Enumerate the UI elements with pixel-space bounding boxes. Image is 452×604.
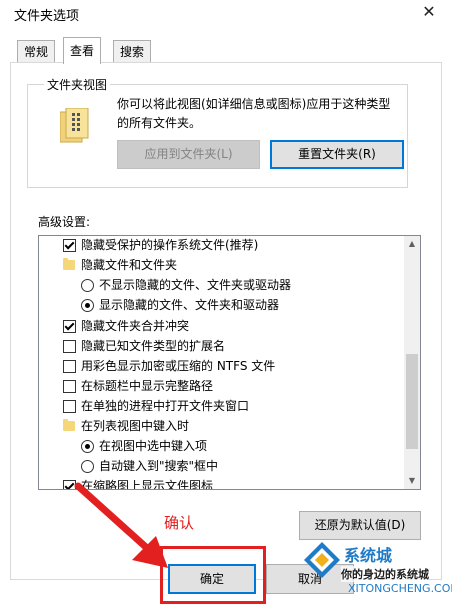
checkbox[interactable] bbox=[63, 380, 76, 393]
checkbox[interactable] bbox=[63, 400, 76, 413]
vertical-scrollbar[interactable]: ▲ ▼ bbox=[404, 236, 420, 489]
scroll-up-icon[interactable]: ▲ bbox=[404, 236, 420, 252]
checkbox[interactable] bbox=[63, 239, 76, 252]
close-icon: ✕ bbox=[422, 2, 436, 21]
watermark-domain: XITONGCHENG.COM bbox=[348, 582, 452, 595]
restore-defaults-button[interactable]: 还原为默认值(D) bbox=[299, 511, 421, 540]
apply-to-folders-button[interactable]: 应用到文件夹(L) bbox=[117, 140, 260, 169]
watermark-logo-icon bbox=[304, 542, 340, 578]
tab-search[interactable]: 搜索 bbox=[113, 40, 152, 63]
folder-views-description: 你可以将此视图(如详细信息或图标)应用于这种类型的所有文件夹。 bbox=[117, 97, 391, 130]
radio-button[interactable] bbox=[81, 279, 94, 292]
folder-icon bbox=[63, 419, 75, 431]
checkbox[interactable] bbox=[63, 340, 76, 353]
radio-button[interactable] bbox=[81, 299, 94, 312]
radio-button[interactable] bbox=[81, 460, 94, 473]
close-button[interactable]: ✕ bbox=[418, 2, 440, 24]
advanced-settings-list[interactable]: 隐藏受保护的操作系统文件(推荐) 隐藏文件和文件夹 不显示隐藏的文件、文件夹或驱… bbox=[38, 235, 421, 490]
radio-button[interactable] bbox=[81, 440, 94, 453]
dialog-title: 文件夹选项 bbox=[14, 9, 80, 24]
folder-grid-icon bbox=[60, 108, 89, 143]
folder-views-label: 文件夹视图 bbox=[44, 76, 111, 93]
scroll-down-icon[interactable]: ▼ bbox=[404, 473, 420, 489]
checkbox[interactable] bbox=[63, 320, 76, 333]
folder-icon bbox=[63, 258, 75, 270]
watermark-brand: 系统城 bbox=[344, 546, 393, 565]
highlight-box bbox=[160, 546, 266, 604]
tab-view[interactable]: 查看 bbox=[63, 37, 102, 64]
scrollbar-thumb[interactable] bbox=[406, 354, 418, 449]
reset-folders-button[interactable]: 重置文件夹(R) bbox=[270, 140, 404, 169]
watermark-slogan: 你的身边的系统城 bbox=[341, 566, 429, 582]
advanced-settings-label: 高级设置: bbox=[38, 215, 91, 229]
tab-general[interactable]: 常规 bbox=[17, 40, 56, 63]
checkbox[interactable] bbox=[63, 360, 76, 373]
